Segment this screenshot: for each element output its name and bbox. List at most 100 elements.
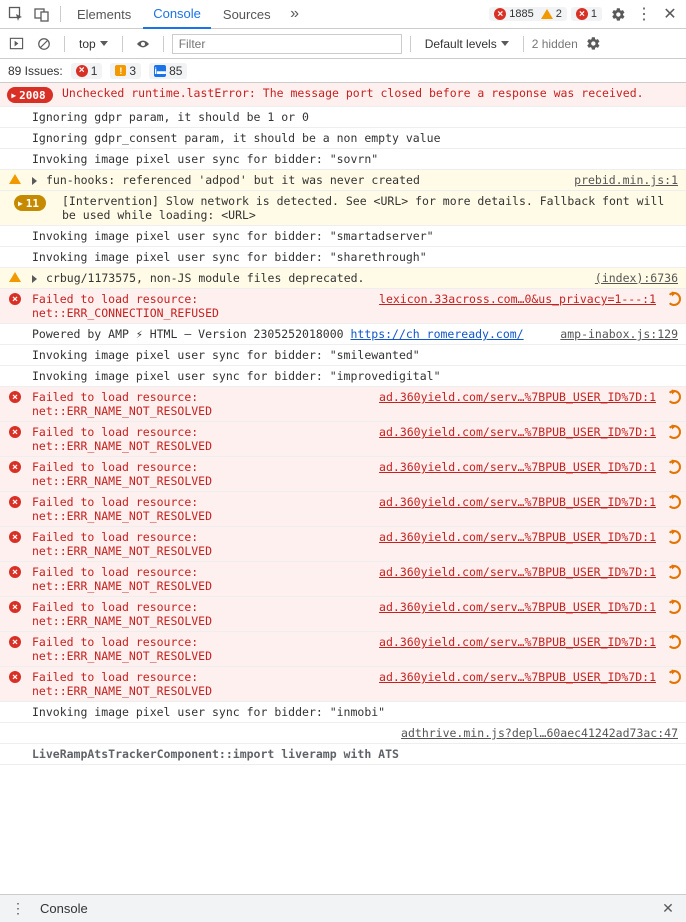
issues-warning-chip[interactable]: ! 3 xyxy=(110,63,141,79)
console-row[interactable]: Failed to load resource: net::ERR_NAME_N… xyxy=(0,597,686,632)
console-messages[interactable]: ▶2008Unchecked runtime.lastError: The me… xyxy=(0,83,686,894)
tab-console[interactable]: Console xyxy=(143,0,211,29)
drawer-kebab-icon[interactable]: ⋮ xyxy=(6,897,30,921)
message-text: fun-hooks: referenced 'adpod' but it was… xyxy=(46,173,568,187)
drawer-title[interactable]: Console xyxy=(40,901,88,916)
clear-console-icon[interactable] xyxy=(32,32,56,56)
refresh-icon[interactable] xyxy=(666,670,682,684)
issues-error-count: 1 xyxy=(91,64,98,78)
console-row[interactable]: Invoking image pixel user sync for bidde… xyxy=(0,247,686,268)
error-icon xyxy=(9,601,21,613)
console-row[interactable]: Failed to load resource: net::ERR_CONNEC… xyxy=(0,289,686,324)
source-link[interactable]: adthrive.min.js?depl…60aec41242ad73ac:47 xyxy=(401,726,682,740)
console-row[interactable]: Invoking image pixel user sync for bidde… xyxy=(0,366,686,387)
error-icon xyxy=(494,8,506,20)
row-gutter xyxy=(4,565,26,578)
tab-elements[interactable]: Elements xyxy=(67,0,141,29)
console-row[interactable]: crbug/1173575, non-JS module files depre… xyxy=(0,268,686,289)
issues-info-chip[interactable]: ▬ 85 xyxy=(149,63,187,79)
issues-error-chip[interactable]: 1 xyxy=(71,63,103,79)
live-expression-icon[interactable] xyxy=(131,32,155,56)
row-gutter xyxy=(4,747,26,748)
refresh-icon[interactable] xyxy=(666,292,682,306)
message-text: Failed to load resource: net::ERR_CONNEC… xyxy=(32,292,373,320)
console-row[interactable]: Failed to load resource: net::ERR_NAME_N… xyxy=(0,562,686,597)
issues-label: 89 Issues: xyxy=(8,64,63,78)
console-row[interactable]: Invoking image pixel user sync for bidde… xyxy=(0,149,686,170)
error-icon xyxy=(9,496,21,508)
hidden-count[interactable]: 2 hidden xyxy=(532,37,578,51)
device-toggle-icon[interactable] xyxy=(30,2,54,26)
source-link[interactable]: prebid.min.js:1 xyxy=(574,173,682,187)
row-gutter xyxy=(4,131,26,132)
console-row[interactable]: LiveRampAtsTrackerComponent::import live… xyxy=(0,744,686,765)
kebab-menu-icon[interactable]: ⋮ xyxy=(632,2,656,26)
console-settings-icon[interactable] xyxy=(582,32,606,56)
error-icon xyxy=(9,671,21,683)
source-link[interactable]: ad.360yield.com/serv…%7BPUB_USER_ID%7D:1 xyxy=(379,600,660,614)
source-link[interactable]: (index):6736 xyxy=(595,271,682,285)
console-row[interactable]: Invoking image pixel user sync for bidde… xyxy=(0,226,686,247)
separator xyxy=(60,6,61,22)
console-row[interactable]: ▶11[Intervention] Slow network is detect… xyxy=(0,191,686,226)
source-link[interactable]: ad.360yield.com/serv…%7BPUB_USER_ID%7D:1 xyxy=(379,670,660,684)
row-gutter xyxy=(4,635,26,648)
console-row[interactable]: Failed to load resource: net::ERR_NAME_N… xyxy=(0,492,686,527)
console-row[interactable]: Ignoring gdpr_consent param, it should b… xyxy=(0,128,686,149)
levels-dropdown[interactable]: Default levels xyxy=(419,35,515,53)
source-link[interactable]: ad.360yield.com/serv…%7BPUB_USER_ID%7D:1 xyxy=(379,460,660,474)
refresh-icon[interactable] xyxy=(666,530,682,544)
error-count-chip[interactable]: 1885 2 xyxy=(489,7,567,21)
refresh-icon[interactable] xyxy=(666,635,682,649)
inline-link[interactable]: https://ch romeready.com/ xyxy=(351,327,524,341)
issues-bar[interactable]: 89 Issues: 1 ! 3 ▬ 85 xyxy=(0,59,686,83)
settings-icon[interactable] xyxy=(606,2,630,26)
inspect-element-icon[interactable] xyxy=(4,2,28,26)
row-gutter xyxy=(4,327,26,328)
count-badge: ▶11 xyxy=(14,195,46,211)
other-error-chip[interactable]: 1 xyxy=(571,7,602,21)
row-gutter xyxy=(4,292,26,305)
console-row[interactable]: Invoking image pixel user sync for bidde… xyxy=(0,345,686,366)
console-row[interactable]: Invoking image pixel user sync for bidde… xyxy=(0,702,686,723)
console-row[interactable]: Failed to load resource: net::ERR_NAME_N… xyxy=(0,632,686,667)
tab-sources[interactable]: Sources xyxy=(213,0,281,29)
console-row[interactable]: adthrive.min.js?depl…60aec41242ad73ac:47 xyxy=(0,723,686,744)
source-link[interactable]: ad.360yield.com/serv…%7BPUB_USER_ID%7D:1 xyxy=(379,425,660,439)
message-text: Invoking image pixel user sync for bidde… xyxy=(32,705,682,719)
source-link[interactable]: ad.360yield.com/serv…%7BPUB_USER_ID%7D:1 xyxy=(379,390,660,404)
toggle-sidebar-icon[interactable] xyxy=(4,32,28,56)
console-row[interactable]: Failed to load resource: net::ERR_NAME_N… xyxy=(0,667,686,702)
context-dropdown[interactable]: top xyxy=(73,35,114,53)
console-row[interactable]: fun-hooks: referenced 'adpod' but it was… xyxy=(0,170,686,191)
console-row[interactable]: Failed to load resource: net::ERR_NAME_N… xyxy=(0,422,686,457)
source-link[interactable]: ad.360yield.com/serv…%7BPUB_USER_ID%7D:1 xyxy=(379,530,660,544)
disclosure-triangle-icon[interactable] xyxy=(32,177,37,185)
console-row[interactable]: Ignoring gdpr param, it should be 1 or 0 xyxy=(0,107,686,128)
console-row[interactable]: ▶2008Unchecked runtime.lastError: The me… xyxy=(0,83,686,107)
source-link[interactable]: amp-inabox.js:129 xyxy=(560,327,682,341)
console-row[interactable]: Failed to load resource: net::ERR_NAME_N… xyxy=(0,457,686,492)
disclosure-triangle-icon[interactable] xyxy=(32,275,37,283)
warning-square-icon: ! xyxy=(115,65,126,76)
refresh-icon[interactable] xyxy=(666,390,682,404)
error-icon xyxy=(9,531,21,543)
row-gutter xyxy=(4,390,26,403)
refresh-icon[interactable] xyxy=(666,425,682,439)
refresh-icon[interactable] xyxy=(666,460,682,474)
source-link[interactable]: lexicon.33across.com…0&us_privacy=1---:1 xyxy=(379,292,660,306)
filter-input[interactable] xyxy=(172,34,402,54)
more-tabs-icon[interactable]: » xyxy=(283,2,307,26)
close-icon[interactable]: ✕ xyxy=(658,2,682,26)
source-link[interactable]: ad.360yield.com/serv…%7BPUB_USER_ID%7D:1 xyxy=(379,565,660,579)
source-link[interactable]: ad.360yield.com/serv…%7BPUB_USER_ID%7D:1 xyxy=(379,635,660,649)
drawer-close-icon[interactable]: ✕ xyxy=(656,897,680,921)
refresh-icon[interactable] xyxy=(666,565,682,579)
console-toolbar: top Default levels 2 hidden xyxy=(0,29,686,59)
console-row[interactable]: Failed to load resource: net::ERR_NAME_N… xyxy=(0,387,686,422)
console-row[interactable]: Failed to load resource: net::ERR_NAME_N… xyxy=(0,527,686,562)
refresh-icon[interactable] xyxy=(666,495,682,509)
console-row[interactable]: Powered by AMP ⚡ HTML – Version 23052520… xyxy=(0,324,686,345)
source-link[interactable]: ad.360yield.com/serv…%7BPUB_USER_ID%7D:1 xyxy=(379,495,660,509)
refresh-icon[interactable] xyxy=(666,600,682,614)
